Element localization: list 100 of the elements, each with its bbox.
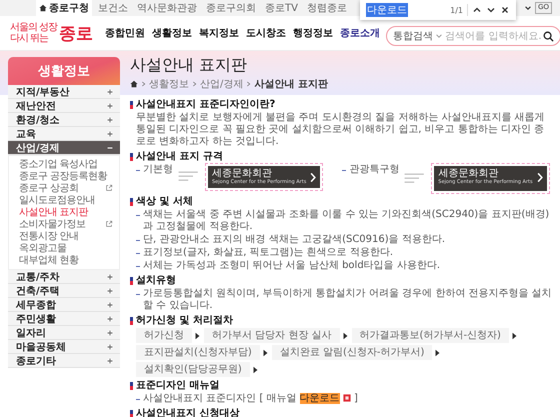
chevron-icon	[192, 80, 197, 88]
breadcrumb-link[interactable]: 사설안내 표지판	[254, 76, 328, 90]
arrow-icon	[262, 348, 268, 356]
sidebar-menu-item[interactable]: 건축/주택	[8, 284, 120, 298]
submenu-link[interactable]: 종로구 상공회	[19, 181, 105, 195]
heading-marker-icon	[130, 410, 133, 417]
site-link[interactable]: 역사문화관광	[134, 0, 200, 16]
chevron-icon	[246, 80, 252, 88]
dash-icon	[136, 170, 140, 171]
site-link[interactable]: 청렴종로	[304, 0, 350, 16]
process-step: 설치확인(담당공무원)	[136, 362, 250, 377]
home-icon[interactable]	[130, 80, 138, 88]
submenu-link[interactable]: 소비자물가정보	[19, 217, 105, 231]
sidebar-menu-item[interactable]: 환경/청소	[8, 113, 120, 127]
plus-icon	[106, 272, 114, 280]
section-heading: 사설안내표지 표준디자인이란?	[136, 99, 276, 111]
plus-icon	[106, 300, 114, 308]
submenu-link[interactable]: 일시도로점용안내	[19, 193, 113, 207]
sidebar-menu-item[interactable]: 교통/주차	[8, 270, 120, 284]
bullet-text: 가로등통합설치 원칙이며, 부득이하게 통합설치가 어려울 경우에 한하여 전용지주형을 설치할 수 있습니다.	[143, 288, 552, 312]
dash-icon	[136, 215, 140, 216]
search-scope-select[interactable]: 통합검색	[393, 29, 434, 43]
breadcrumb-link[interactable]: 생활정보	[149, 76, 189, 90]
sidebar-menu-item[interactable]: 마을공동체	[8, 340, 120, 354]
nav-menu-item[interactable]: 행정정보	[293, 26, 334, 40]
process-step: 표지판설치(신청자부담)	[136, 345, 260, 360]
site-link[interactable]: 보건소	[95, 0, 131, 16]
arrow-icon	[252, 366, 258, 374]
page-title: 사설안내 표지판	[130, 56, 248, 74]
bullet-text: 색채는 서울색 중 주변 시설물과 조화를 이룰 수 있는 기와진회색(SC2940)을 표지판(배경)과 고정철물에 적용한다.	[143, 209, 550, 233]
sidebar-menu-item[interactable]: 지적/부동산	[8, 85, 120, 99]
sidebar-menu-item[interactable]: 종로기타	[8, 354, 120, 368]
nav-menu-item[interactable]: 도시창조	[246, 26, 286, 40]
submenu-link[interactable]: 종로구 공장등록현황	[19, 169, 113, 183]
heading-marker-icon	[130, 382, 133, 390]
process-step: 허가부서 담당자 현장 실사	[204, 328, 340, 343]
plus-icon	[106, 286, 114, 294]
plus-icon	[106, 356, 114, 364]
sidebar-menu-item[interactable]: 재난안전	[8, 99, 120, 113]
sidebar-menu-item[interactable]: 세무종합	[8, 298, 120, 312]
nav-menu-item[interactable]: 종합민원	[105, 26, 146, 40]
nav-menu-item[interactable]: 복지정보	[199, 26, 240, 40]
process-step: 허가신청	[136, 328, 192, 343]
plus-icon	[106, 314, 114, 322]
dash-icon	[342, 170, 346, 171]
plus-icon	[106, 116, 114, 124]
section-heading: 사설안내 표지 규격	[136, 151, 223, 163]
sidebar-menu-item[interactable]: 교육	[8, 127, 120, 141]
plus-icon	[106, 88, 114, 96]
sidebar-menu-item[interactable]: 주민생활	[8, 312, 120, 326]
plus-icon	[106, 342, 114, 350]
sidebar-menu-item[interactable]: 일자리	[8, 326, 120, 340]
close-icon[interactable]	[500, 5, 510, 15]
file-icon[interactable]	[342, 394, 351, 402]
section-heading: 허가신청 및 처리절차	[136, 315, 233, 327]
bullet-text: 표기정보(글자, 화살표, 픽토그램)는 흰색으로 적용한다.	[143, 247, 394, 259]
site-link[interactable]: 종로TV	[262, 0, 301, 16]
site-link[interactable]: 종로구청	[36, 0, 92, 16]
find-input[interactable]: 다운로드	[366, 3, 408, 17]
heading-marker-icon	[130, 317, 133, 325]
sidebar-menu-item[interactable]: 산업/경제	[8, 141, 120, 155]
dash-icon	[136, 294, 140, 295]
site-link[interactable]: 종로구의회	[203, 0, 259, 16]
logo-slogan: 서울의 성장	[10, 22, 58, 33]
paragraph: 무분별한 설치로 보행자에게 불편을 주며 도시환경의 질을 저해하는 사설안내표지를 새롭게 통일된 디자인으로 꼭 필요한 곳에 설치함으로써 이해하기 쉽고, 비우고 통합하는 디자인 종로로 변화하고자 하는 것입니다.	[136, 112, 546, 148]
caret-icon[interactable]	[524, 4, 532, 12]
section-heading: 설치유형	[136, 275, 176, 287]
submenu-link[interactable]: 사설안내 표지판	[19, 205, 113, 219]
sidebar-title: 생활정보	[8, 57, 120, 85]
heading-marker-icon	[130, 198, 133, 206]
arrow-icon	[342, 332, 348, 340]
heading-marker-icon	[130, 101, 133, 109]
arrow-icon	[435, 348, 440, 356]
submenu-link[interactable]: 옥외광고물	[19, 241, 113, 255]
dash-icon	[136, 253, 140, 254]
external-link-icon[interactable]	[105, 184, 113, 192]
dash-icon	[136, 240, 140, 241]
external-link-icon[interactable]	[105, 220, 113, 228]
logo-wordmark[interactable]: 종로	[59, 22, 94, 44]
sign-type-label: 관광특구형	[349, 164, 400, 176]
submenu-link[interactable]: 대부업체 현황	[19, 253, 113, 267]
sign-type-label: 기본형	[143, 164, 173, 176]
logo-slogan: 다시 뛰는	[10, 33, 50, 44]
download-text: 사설안내표지 표준디자인 [ 매뉴얼 다운로드 ]	[143, 393, 359, 405]
submenu-link[interactable]: 전통시장 안내	[19, 229, 113, 243]
download-link[interactable]: 다운로드	[300, 393, 340, 404]
dash-icon	[136, 399, 140, 400]
arrow-icon	[512, 332, 517, 340]
search-icon[interactable]	[543, 30, 554, 42]
search-field[interactable]: 통합검색 검색어를 입력하세요.	[386, 26, 560, 46]
nav-menu-item[interactable]: 생활정보	[152, 26, 192, 40]
heading-marker-icon	[130, 277, 133, 285]
section-heading: 표준디자인 매뉴얼	[136, 380, 220, 392]
breadcrumb-link[interactable]: 산업/경제	[200, 76, 244, 90]
plus-icon	[106, 130, 114, 138]
process-step: 설치완료 알림(신청자-허가부서)	[272, 345, 432, 360]
submenu-link[interactable]: 중소기업 육성사업	[19, 157, 113, 171]
nav-menu-item[interactable]: 종로소개	[340, 26, 380, 40]
process-step: 허가결과통보(허가부서-신청자)	[352, 328, 509, 343]
match-count: 1/1	[450, 6, 463, 14]
